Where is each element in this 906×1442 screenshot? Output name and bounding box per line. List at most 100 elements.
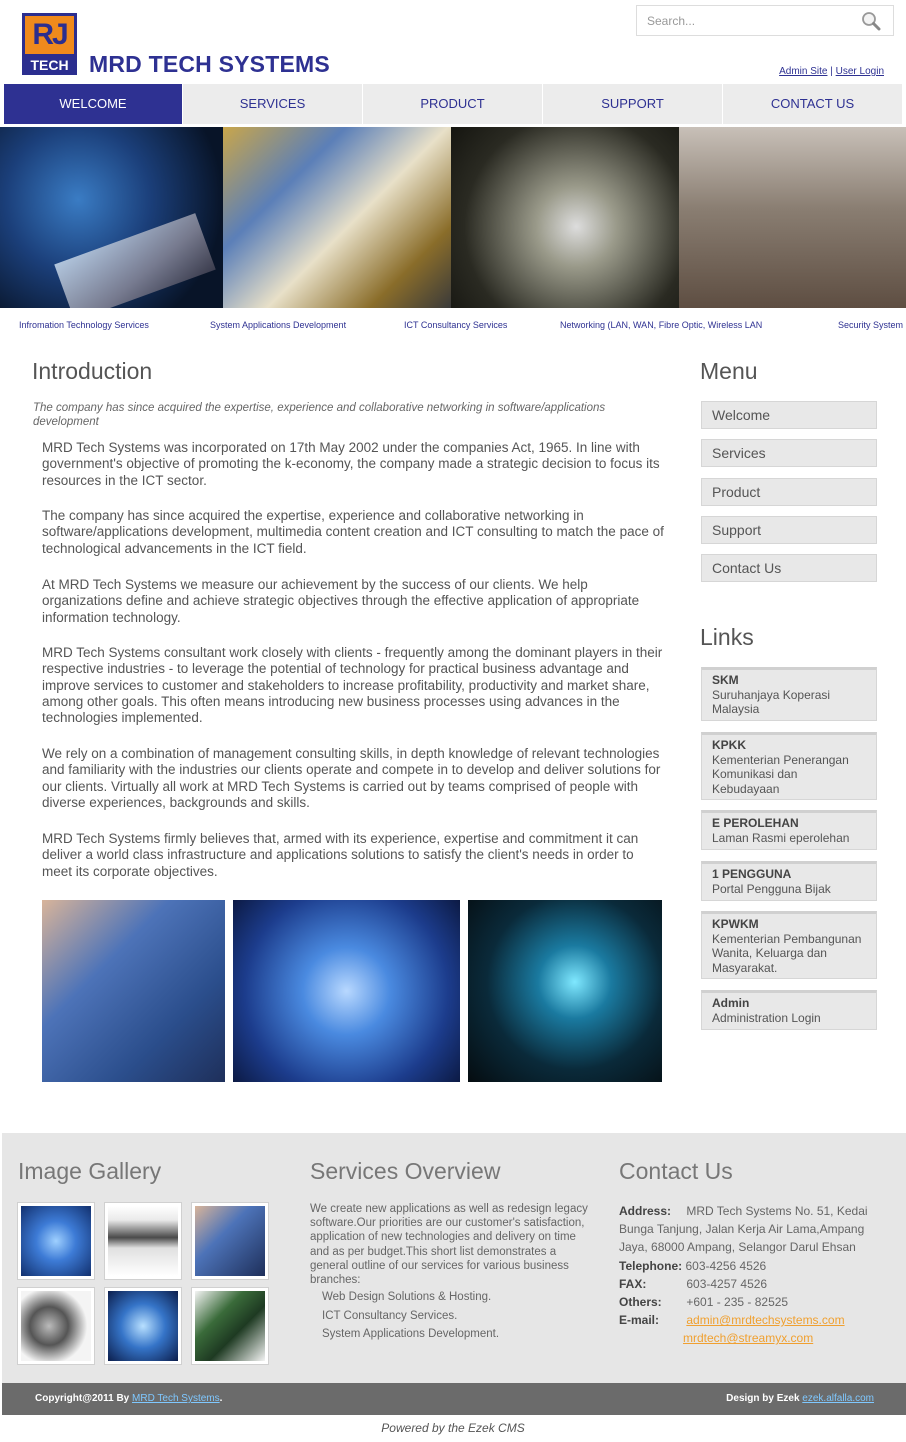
admin-site-link[interactable]: Admin Site	[779, 66, 827, 77]
site-logo[interactable]: RJ TECH	[22, 13, 77, 75]
sidebar-item-product[interactable]: Product	[701, 478, 877, 506]
copyright-link[interactable]: MRD Tech Systems	[132, 1393, 220, 1404]
nav-welcome[interactable]: WELCOME	[4, 84, 183, 124]
banner-caption: ICT Consultancy Services	[404, 320, 508, 330]
intro-paragraph: MRD Tech Systems consultant work closely…	[42, 645, 663, 726]
address-label: Address:	[619, 1204, 672, 1218]
link-1-pengguna[interactable]: 1 PENGGUNA Portal Pengguna Bijak	[701, 861, 877, 901]
intro-paragraph: At MRD Tech Systems we measure our achie…	[42, 577, 640, 625]
link-separator: |	[830, 66, 833, 77]
link-e-perolehan[interactable]: E PEROLEHAN Laman Rasmi eperolehan	[701, 810, 877, 850]
page: RJ TECH MRD TECH SYSTEMS Admin Site | Us…	[0, 0, 906, 1442]
powered-by: Powered by the Ezek CMS	[381, 1421, 525, 1435]
link-title: E PEROLEHAN	[712, 816, 799, 830]
banner-image-network	[0, 127, 223, 308]
intro-paragraph: The company has since acquired the exper…	[42, 508, 664, 556]
contact-telephone: Telephone: 603-4256 4526	[619, 1257, 889, 1275]
link-desc: Suruhanjaya Koperasi Malaysia	[712, 687, 831, 717]
banner-caption: Networking (LAN, WAN, Fibre Optic, Wirel…	[560, 320, 763, 330]
sidebar-item-services[interactable]: Services	[701, 439, 877, 467]
link-kpwkm[interactable]: KPWKM Kementerian Pembangunan Wanita, Ke…	[701, 911, 877, 979]
link-title: Admin	[712, 996, 750, 1010]
nav-services[interactable]: SERVICES	[183, 84, 363, 124]
others-value: +601 - 235 - 82525	[686, 1295, 789, 1310]
nav-support[interactable]: SUPPORT	[543, 84, 723, 124]
link-title: KPWKM	[712, 917, 759, 931]
banner-image-meeting	[451, 127, 679, 308]
copyright-suffix: .	[219, 1393, 223, 1404]
main-nav: WELCOME SERVICES PRODUCT SUPPORT CONTACT…	[4, 84, 903, 124]
contact-others: Others: +601 - 235 - 82525	[619, 1293, 889, 1311]
services-list-item: ICT Consultancy Services.	[322, 1309, 458, 1322]
link-desc: Laman Rasmi eperolehan	[712, 830, 850, 845]
link-desc: Kementerian Penerangan Komunikasi dan Ke…	[712, 752, 849, 796]
search-icon[interactable]	[861, 11, 881, 31]
email-label: E-mail:	[619, 1313, 660, 1328]
services-list: Web Design Solutions & Hosting. ICT Cons…	[322, 1288, 499, 1344]
contact-fax: FAX: 603-4257 4526	[619, 1275, 889, 1293]
content-image-chip	[233, 900, 460, 1082]
contact-heading: Contact Us	[619, 1158, 733, 1184]
banner-image-cables	[223, 127, 451, 308]
banner-image-city	[679, 127, 906, 308]
telephone-value: 603-4256 4526	[685, 1258, 767, 1273]
link-desc: Administration Login	[712, 1010, 821, 1025]
contact-address: Address: MRD Tech Systems No. 51, Kedai …	[619, 1202, 889, 1257]
email-link-admin[interactable]: admin@mrdtechsystems.com	[686, 1313, 844, 1327]
gallery-thumb-computer[interactable]	[105, 1203, 181, 1279]
search-box	[636, 5, 894, 36]
logo-text: TECH	[30, 57, 69, 73]
sidebar-item-welcome[interactable]: Welcome	[701, 401, 877, 429]
email-link-mrdtech[interactable]: mrdtech@streamyx.com	[683, 1331, 813, 1345]
banner-caption: System Applications Development	[210, 320, 347, 330]
gallery-thumb-chip[interactable]	[18, 1203, 94, 1279]
fax-value: 603-4257 4526	[686, 1276, 768, 1291]
link-admin[interactable]: Admin Administration Login	[701, 990, 877, 1030]
intro-paragraph: MRD Tech Systems was incorporated on 17t…	[42, 440, 660, 488]
logo-mark: RJ	[25, 16, 74, 54]
sidebar-item-support[interactable]: Support	[701, 516, 877, 544]
gallery-thumb-hardware[interactable]	[18, 1288, 94, 1364]
user-login-link[interactable]: User Login	[836, 66, 884, 77]
services-text: We create new applications as well as re…	[310, 1203, 588, 1287]
link-title: KPKK	[712, 738, 747, 752]
fax-label: FAX:	[619, 1276, 647, 1291]
content-image-circuit	[468, 900, 662, 1082]
content-image-keyboard	[42, 900, 225, 1082]
contact-email: E-mail: admin@mrdtechsystems.com	[619, 1311, 889, 1329]
nav-product[interactable]: PRODUCT	[363, 84, 543, 124]
intro-paragraph: MRD Tech Systems firmly believes that, a…	[42, 831, 639, 879]
design-text: Design by Ezek	[726, 1393, 800, 1404]
menu-heading: Menu	[700, 358, 758, 384]
sidebar-item-contact-us[interactable]: Contact Us	[701, 554, 877, 582]
intro-subtitle: The company has since acquired the exper…	[33, 402, 606, 428]
banner-caption: Infromation Technology Services	[19, 320, 149, 330]
search-input[interactable]	[637, 6, 857, 35]
gallery-thumb-board[interactable]	[192, 1288, 268, 1364]
design-credit: Design by Ezek ezek.alfalla.com	[726, 1383, 874, 1415]
copyright: Copyright@2011 By MRD Tech Systems.	[35, 1383, 222, 1415]
services-list-item: Web Design Solutions & Hosting.	[322, 1291, 492, 1303]
services-heading: Services Overview	[310, 1158, 501, 1184]
top-links: Admin Site | User Login	[779, 66, 884, 77]
link-desc: Kementerian Pembangunan Wanita, Keluarga…	[712, 931, 862, 975]
gallery-thumb-monitor[interactable]	[105, 1288, 181, 1364]
links-heading: Links	[700, 624, 754, 650]
intro-heading: Introduction	[32, 358, 153, 384]
intro-paragraph: We rely on a combination of management c…	[42, 746, 661, 810]
link-title: 1 PENGGUNA	[712, 867, 792, 881]
telephone-label: Telephone:	[619, 1258, 683, 1273]
copyright-bar: Copyright@2011 By MRD Tech Systems. Desi…	[2, 1383, 906, 1415]
hero-banner	[0, 127, 906, 308]
site-title[interactable]: MRD TECH SYSTEMS	[89, 50, 330, 78]
link-skm[interactable]: SKM Suruhanjaya Koperasi Malaysia	[701, 667, 877, 721]
link-desc: Portal Pengguna Bijak	[712, 881, 831, 896]
nav-contact-us[interactable]: CONTACT US	[723, 84, 903, 124]
gallery-heading: Image Gallery	[18, 1158, 162, 1184]
copyright-text: Copyright@2011 By	[35, 1393, 130, 1404]
link-kpkk[interactable]: KPKK Kementerian Penerangan Komunikasi d…	[701, 732, 877, 800]
design-link[interactable]: ezek.alfalla.com	[802, 1393, 874, 1404]
others-label: Others:	[619, 1295, 662, 1310]
gallery-thumb-keyboard[interactable]	[192, 1203, 268, 1279]
contact-details: Address: MRD Tech Systems No. 51, Kedai …	[619, 1202, 889, 1348]
